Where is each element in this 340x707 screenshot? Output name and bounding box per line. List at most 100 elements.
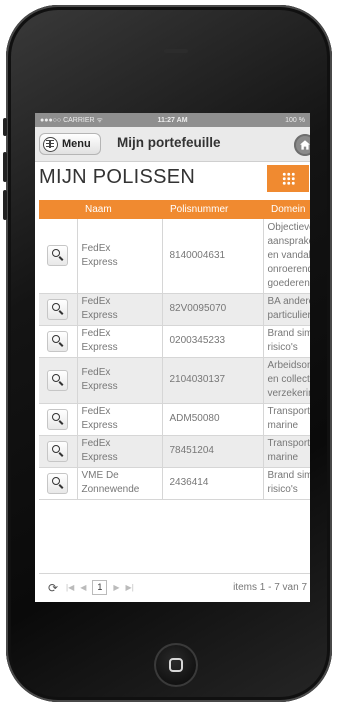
section-heading: MIJN POLISSEN — [39, 166, 196, 188]
domein-line: risico's — [267, 484, 298, 495]
domein-line: goederen — [267, 277, 310, 289]
naam-line: FedEx — [81, 296, 111, 307]
pager-info: items 1 - 7 van 7 — [233, 582, 307, 593]
next-page-icon[interactable]: ▶ — [113, 583, 119, 592]
table-row[interactable]: FedEx Express 8140004631Objectieve aansprak… — [39, 219, 311, 294]
menu-button-label: Menu — [62, 138, 91, 150]
last-page-icon[interactable]: ▶| — [126, 583, 134, 592]
search-icon[interactable] — [47, 472, 69, 494]
clock: 11:27 AM — [157, 116, 188, 124]
row-actions-cell — [39, 467, 78, 500]
domein-line: particulieren — [267, 310, 311, 321]
naam-cell: VME De Zonnewende — [77, 467, 163, 500]
domein-line: en collectieve — [267, 374, 311, 385]
domein-line: Transport — [267, 406, 310, 417]
domein-cell: Objectieve aansprakelijkheid en vandalisme… — [263, 219, 311, 294]
domein-line: Objectieve — [267, 221, 311, 233]
naam-line: FedEx — [81, 438, 111, 449]
search-icon[interactable] — [47, 298, 69, 320]
refresh-icon[interactable]: ⟳ — [43, 581, 63, 595]
domein-line: aansprakelijkheid — [267, 235, 311, 247]
search-icon[interactable] — [47, 369, 69, 391]
policy-grid: Naam Polisnummer Domein FedEx Express 8140… — [39, 200, 310, 573]
polisnummer-cell: 0200345233 — [162, 325, 264, 358]
domein-line: Arbeidsongevallen — [267, 360, 311, 371]
polisnummer-cell: 82V0095070 — [162, 293, 264, 326]
table-row[interactable]: FedEx Express ADM50080 Transport marine — [39, 403, 310, 436]
domein-line: Brand simpele — [267, 328, 311, 339]
view-toggle-button[interactable] — [267, 165, 309, 192]
grid-dots-icon — [281, 172, 295, 185]
column-header-naam[interactable]: Naam — [77, 200, 162, 219]
domein-line: onroerende — [267, 263, 311, 275]
domein-cell: Transport marine — [263, 403, 310, 436]
column-header-domein[interactable]: Domein — [263, 200, 310, 219]
naam-line: Zonnewende — [81, 484, 140, 495]
naam-line: Express — [81, 342, 118, 353]
domein-cell: Brand simpele risico's — [263, 325, 311, 358]
domein-line: marine — [267, 420, 299, 431]
naam-cell: FedEx Express — [77, 219, 163, 294]
search-icon[interactable] — [47, 408, 69, 430]
domein-line: risico's — [267, 342, 298, 353]
volume-down-button — [3, 190, 7, 220]
domein-line: marine — [267, 452, 299, 463]
search-icon[interactable] — [47, 440, 69, 462]
polisnummer-cell: 2104030137 — [162, 357, 264, 404]
polisnummer-cell: ADM50080 — [162, 403, 264, 436]
row-actions-cell — [39, 293, 78, 326]
page-title: Mijn portefeuille — [117, 135, 221, 150]
table-row[interactable]: FedEx Express 2104030137Arbeidsongevallen e… — [39, 357, 311, 404]
naam-line: VME De — [81, 470, 119, 481]
home-button-square-icon — [169, 658, 183, 672]
search-icon[interactable] — [47, 245, 69, 267]
domein-cell: Transport marine — [263, 435, 310, 468]
volume-up-button — [3, 152, 7, 182]
column-header-actions — [39, 200, 77, 219]
table-row[interactable]: FedEx Express 82V0095070 BA andere particuli… — [39, 293, 311, 326]
table-row[interactable]: FedEx Express 0200345233Brand simpele risic… — [39, 325, 311, 358]
naam-line: Express — [81, 310, 118, 321]
naam-cell: FedEx Express — [77, 325, 163, 358]
domein-cell: Brand simpele risico's — [263, 467, 311, 500]
domein-line: verzekering — [267, 388, 311, 399]
table-row[interactable]: VME De Zonnewende 2436414Brand simpele risi… — [39, 467, 311, 500]
polisnummer-cell: 2436414 — [162, 467, 264, 500]
row-actions-cell — [39, 435, 78, 468]
current-page[interactable]: 1 — [92, 580, 108, 595]
row-actions-cell — [39, 357, 78, 404]
row-actions-cell — [39, 403, 78, 436]
table-row[interactable]: FedEx Express 78451204 Transport marine — [39, 435, 310, 468]
heading-row: MIJN POLISSEN — [35, 162, 310, 195]
prev-page-icon[interactable]: ◀ — [80, 583, 86, 592]
mute-switch — [3, 118, 7, 136]
grid-header-row: Naam Polisnummer Domein — [39, 200, 310, 219]
first-page-icon[interactable]: |◀ — [66, 583, 74, 592]
status-bar: ●●●○○ CARRIER ᯤ 11:27 AM 100 % — [35, 113, 310, 127]
nav-bar: Menu Mijn portefeuille — [35, 127, 310, 162]
menu-button[interactable]: Menu — [39, 133, 101, 155]
naam-cell: FedEx Express — [77, 403, 163, 436]
carrier-label: ●●●○○ CARRIER ᯤ — [40, 116, 103, 124]
row-actions-cell — [39, 219, 78, 294]
naam-line: Express — [81, 420, 118, 431]
policy-table: Naam Polisnummer Domein FedEx Express 8140… — [39, 200, 310, 500]
domein-cell: Arbeidsongevallen en collectieve verzekeri… — [263, 357, 311, 404]
naam-line: FedEx — [81, 406, 111, 417]
domein-cell: BA andere particulieren — [263, 293, 311, 326]
search-icon[interactable] — [47, 330, 69, 352]
naam-line: FedEx — [81, 328, 111, 339]
naam-cell: FedEx Express — [77, 293, 163, 326]
domein-line: BA andere — [267, 296, 311, 307]
column-header-polisnummer[interactable]: Polisnummer — [162, 200, 263, 219]
domein-line: Transport — [267, 438, 310, 449]
naam-line: Express — [81, 381, 118, 392]
home-nav-button[interactable] — [294, 134, 310, 156]
polisnummer-cell: 78451204 — [162, 435, 264, 468]
naam-line: FedEx — [81, 367, 111, 378]
polisnummer-cell: 8140004631 — [162, 219, 264, 294]
home-icon — [300, 140, 310, 150]
domein-line: Brand simpele — [267, 470, 311, 481]
row-actions-cell — [39, 325, 78, 358]
naam-line: FedEx — [81, 242, 111, 254]
